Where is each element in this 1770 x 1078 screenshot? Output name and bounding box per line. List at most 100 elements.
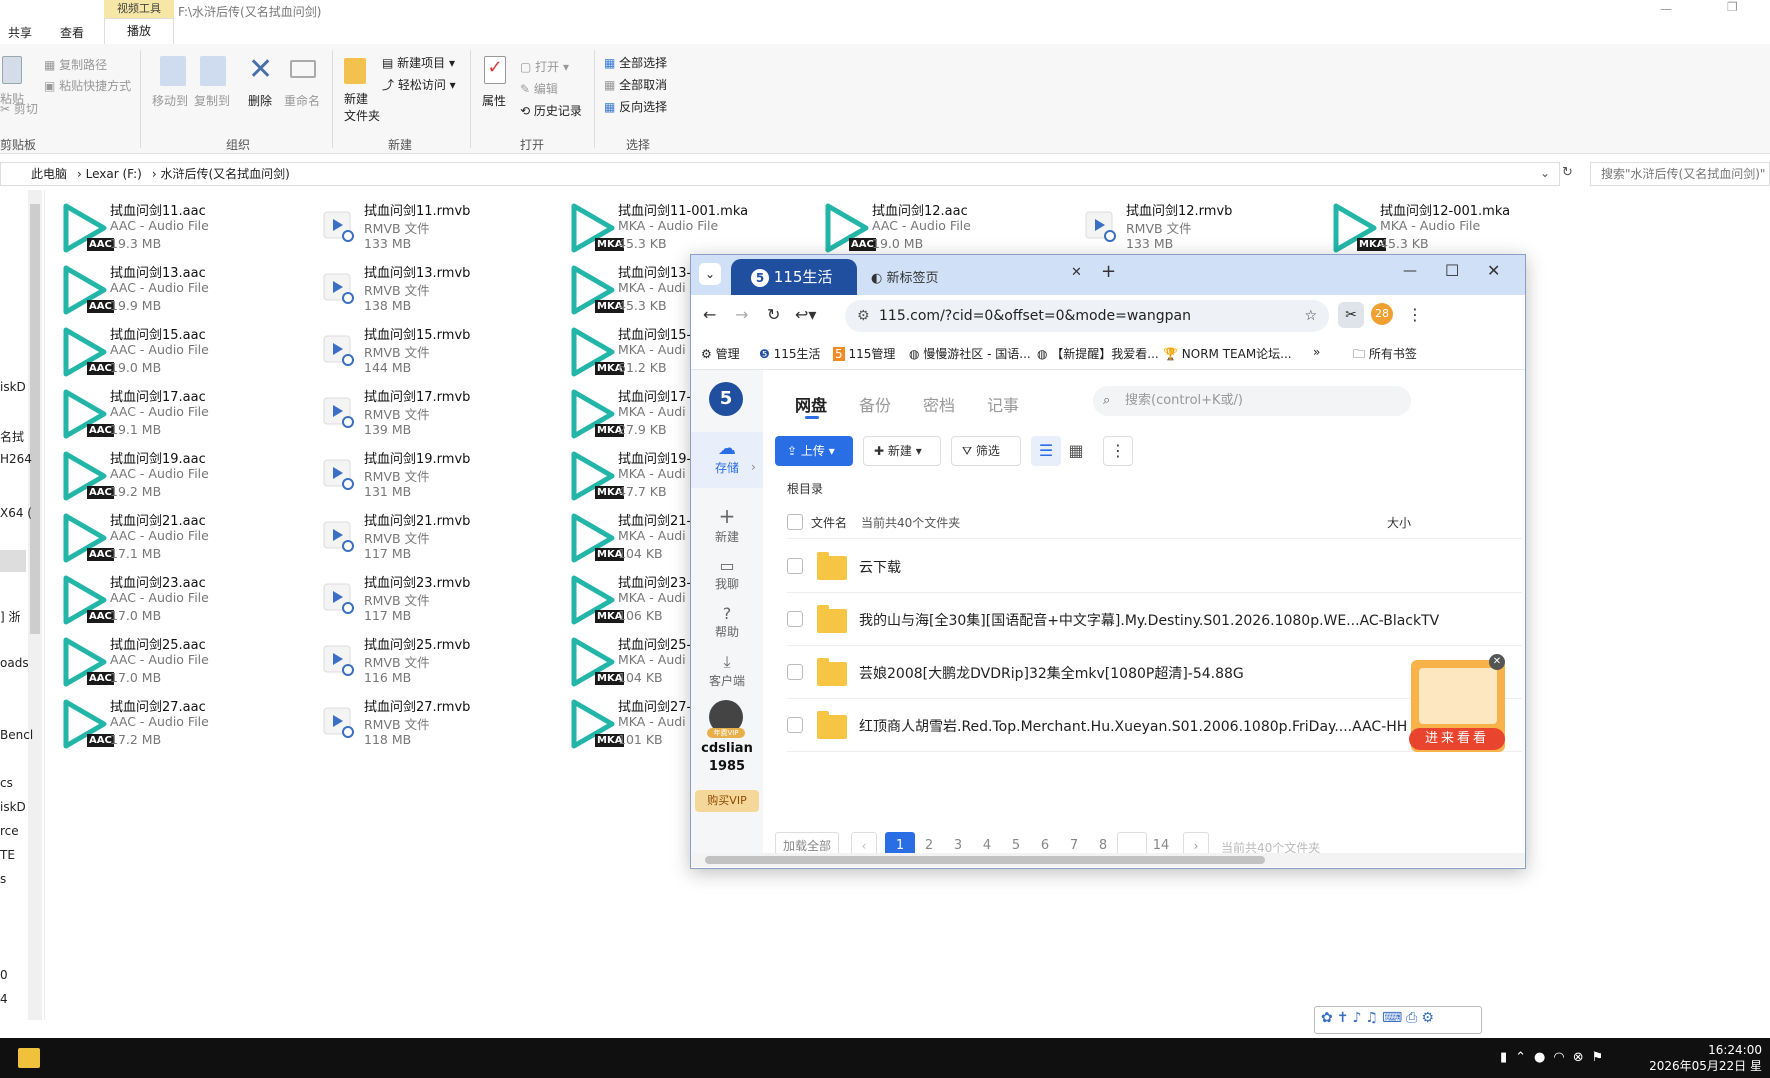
file-item[interactable]: MKA 拭血问剑11-001.mka MKA - Audio File 45.3 KB	[564, 198, 814, 256]
close-ad-icon[interactable]: ✕	[1489, 654, 1505, 670]
sidebar-help[interactable]: ? 帮助	[691, 604, 763, 640]
upload-button[interactable]: ⇪ 上传 ▾	[775, 436, 853, 466]
browser-tab-115[interactable]: 5 115生活	[731, 259, 857, 295]
refresh-icon[interactable]: ↻	[1562, 165, 1573, 180]
window-close-icon[interactable]: ✕	[1487, 261, 1500, 280]
grid-view-icon[interactable]: ▦	[1061, 436, 1091, 466]
breadcrumb-folder[interactable]: 水浒后传(又名拭血问剑)	[161, 167, 290, 181]
nav-scrollbar[interactable]	[28, 190, 42, 1020]
nav-item[interactable]: 名拭	[0, 428, 24, 445]
row-checkbox[interactable]	[787, 717, 803, 733]
nav-item[interactable]: oads	[0, 656, 29, 670]
nav-item[interactable]: iskD	[0, 380, 26, 394]
nav-item[interactable]: 0	[0, 968, 8, 982]
row-name[interactable]: 我的山与海[全30集][国语配音+中文字幕].My.Destiny.S01.20…	[859, 610, 1439, 630]
browser-menu-icon[interactable]: ⋮	[1407, 305, 1423, 324]
app-search-input[interactable]: ⌕ 搜索(control+K或/)	[1093, 386, 1411, 416]
promo-ad[interactable]: 进来看看 ✕	[1409, 654, 1505, 752]
file-item[interactable]: AAC 拭血问剑13.aac AAC - Audio File 19.9 MB	[56, 260, 306, 318]
forward-icon[interactable]: →	[735, 305, 748, 324]
address-dropdown-icon[interactable]: ⌄	[1540, 166, 1550, 180]
file-item[interactable]: 拭血问剑19.rmvb RMVB 文件 131 MB	[310, 446, 560, 504]
ime-toolbar[interactable]: ✿✝♪♫⌨⎙⚙	[1314, 1006, 1482, 1034]
nav-item[interactable]: iskD	[0, 800, 26, 814]
row-name[interactable]: 芸娘2008[大鹏龙DVDRip]32集全mkv[1080P超清]-54.88G	[859, 663, 1244, 683]
file-item[interactable]: 拭血问剑12.rmvb RMVB 文件 133 MB	[1072, 198, 1322, 256]
file-item[interactable]: 拭血问剑17.rmvb RMVB 文件 139 MB	[310, 384, 560, 442]
list-view-icon[interactable]: ☰	[1031, 436, 1061, 466]
sidebar-chat[interactable]: ▭ 我聊	[691, 556, 763, 592]
reload-icon[interactable]: ↻	[767, 305, 780, 324]
file-item[interactable]: AAC 拭血问剑25.aac AAC - Audio File 17.0 MB	[56, 632, 306, 690]
file-explorer-taskbar-icon[interactable]	[18, 1048, 40, 1068]
bookmarks-overflow-icon[interactable]: »	[1313, 345, 1320, 359]
bookmark-norm-team[interactable]: 🏆 NORM TEAM论坛...	[1163, 345, 1292, 362]
sidebar-new[interactable]: + 新建	[691, 504, 763, 545]
site-info-icon[interactable]: ⚙	[857, 300, 870, 332]
file-item[interactable]: AAC 拭血问剑21.aac AAC - Audio File 17.1 MB	[56, 508, 306, 566]
file-item[interactable]: AAC 拭血问剑12.aac AAC - Audio File 19.0 MB	[818, 198, 1068, 256]
clock[interactable]: 16:24:00 2026年05月22日 星	[1649, 1042, 1762, 1074]
copy-to-button[interactable]: 复制到	[194, 92, 230, 109]
all-bookmarks[interactable]: 🗀 所有书签	[1353, 345, 1417, 366]
maximize-icon[interactable]: ❐	[1727, 0, 1738, 14]
paste-shortcut-button[interactable]: ▣ 粘贴快捷方式	[44, 77, 131, 94]
row-checkbox[interactable]	[787, 558, 803, 574]
file-item[interactable]: 拭血问剑21.rmvb RMVB 文件 117 MB	[310, 508, 560, 566]
nav-item[interactable]: s	[0, 872, 6, 886]
breadcrumb-this-pc[interactable]: 此电脑	[31, 167, 67, 181]
row-name[interactable]: 云下载	[859, 557, 901, 577]
row-name[interactable]: 红顶商人胡雪岩.Red.Top.Merchant.Hu.Xueyan.S01.2…	[859, 716, 1407, 736]
nav-item[interactable]: Bencl	[0, 728, 33, 742]
file-item[interactable]: AAC 拭血问剑17.aac AAC - Audio File 19.1 MB	[56, 384, 306, 442]
extension-scissors-icon[interactable]: ✂	[1338, 302, 1364, 328]
bookmark-manage[interactable]: ⚙ 管理	[701, 345, 740, 362]
tab-play[interactable]: 播放	[104, 18, 174, 44]
system-tray-icons[interactable]: ▮⌃●◠⊗⚑	[1500, 1050, 1611, 1065]
nav-item[interactable]: ] 浙	[0, 608, 21, 625]
tab-wangpan[interactable]: 网盘	[795, 392, 827, 416]
paste-icon[interactable]	[2, 56, 22, 84]
easy-access-button[interactable]: ⤴ 轻松访问 ▾	[382, 76, 456, 93]
minimize-icon[interactable]: —	[1660, 2, 1672, 16]
file-item[interactable]: AAC 拭血问剑27.aac AAC - Audio File 17.2 MB	[56, 694, 306, 752]
breadcrumb[interactable]: 此电脑 › Lexar (F:) › 水浒后传(又名拭血问剑)	[0, 162, 1560, 186]
nav-item[interactable]: TE	[0, 848, 15, 862]
file-item[interactable]: AAC 拭血问剑19.aac AAC - Audio File 19.2 MB	[56, 446, 306, 504]
window-maximize-icon[interactable]: ☐	[1445, 261, 1459, 280]
more-icon[interactable]: ⋮	[1103, 436, 1133, 466]
file-item[interactable]: AAC 拭血问剑23.aac AAC - Audio File 17.0 MB	[56, 570, 306, 628]
file-item[interactable]: 拭血问剑11.rmvb RMVB 文件 133 MB	[310, 198, 560, 256]
history-button[interactable]: ⟲ 历史记录	[520, 102, 582, 119]
bookmark-115life[interactable]: ❺ 115生活	[759, 345, 821, 362]
select-all-checkbox[interactable]	[787, 514, 803, 530]
filter-button[interactable]: ⛛ 筛选	[951, 436, 1021, 466]
breadcrumb-drive[interactable]: Lexar (F:)	[86, 167, 142, 181]
tab-vault[interactable]: 密档	[923, 392, 955, 416]
move-to-button[interactable]: 移动到	[152, 92, 188, 109]
delete-button[interactable]: 删除	[248, 92, 272, 109]
115-logo-icon[interactable]: 5	[709, 382, 743, 416]
root-breadcrumb[interactable]: 根目录	[787, 480, 823, 497]
select-all-button[interactable]: ▦ 全部选择	[604, 54, 667, 71]
column-filename[interactable]: 文件名	[811, 514, 847, 531]
nav-selected-item[interactable]	[0, 550, 26, 572]
nav-item[interactable]: H264	[0, 452, 32, 466]
row-checkbox[interactable]	[787, 664, 803, 680]
page-h-scrollbar[interactable]	[691, 853, 1525, 867]
column-size[interactable]: 大小	[1387, 514, 1411, 531]
back-icon[interactable]: ←	[703, 305, 716, 324]
collapse-sidebar-icon[interactable]: ›	[751, 460, 756, 474]
bookmark-star-icon[interactable]: ☆	[1304, 300, 1317, 332]
file-item[interactable]: 拭血问剑15.rmvb RMVB 文件 144 MB	[310, 322, 560, 380]
invert-selection-button[interactable]: ▦ 反向选择	[604, 98, 667, 115]
new-folder-button[interactable]: 新建 文件夹	[344, 90, 380, 124]
cut-button[interactable]: ✂ 剪切	[0, 100, 38, 117]
open-button[interactable]: ▢ 打开 ▾	[520, 58, 569, 75]
tab-backup[interactable]: 备份	[859, 392, 891, 416]
buy-vip-button[interactable]: 购买VIP	[695, 790, 759, 812]
new-button[interactable]: ✚ 新建 ▾	[863, 436, 941, 466]
copy-path-button[interactable]: ▦ 复制路径	[44, 56, 107, 73]
nav-item[interactable]: X64 (	[0, 506, 32, 520]
close-tab-icon[interactable]: ✕	[1071, 265, 1082, 280]
